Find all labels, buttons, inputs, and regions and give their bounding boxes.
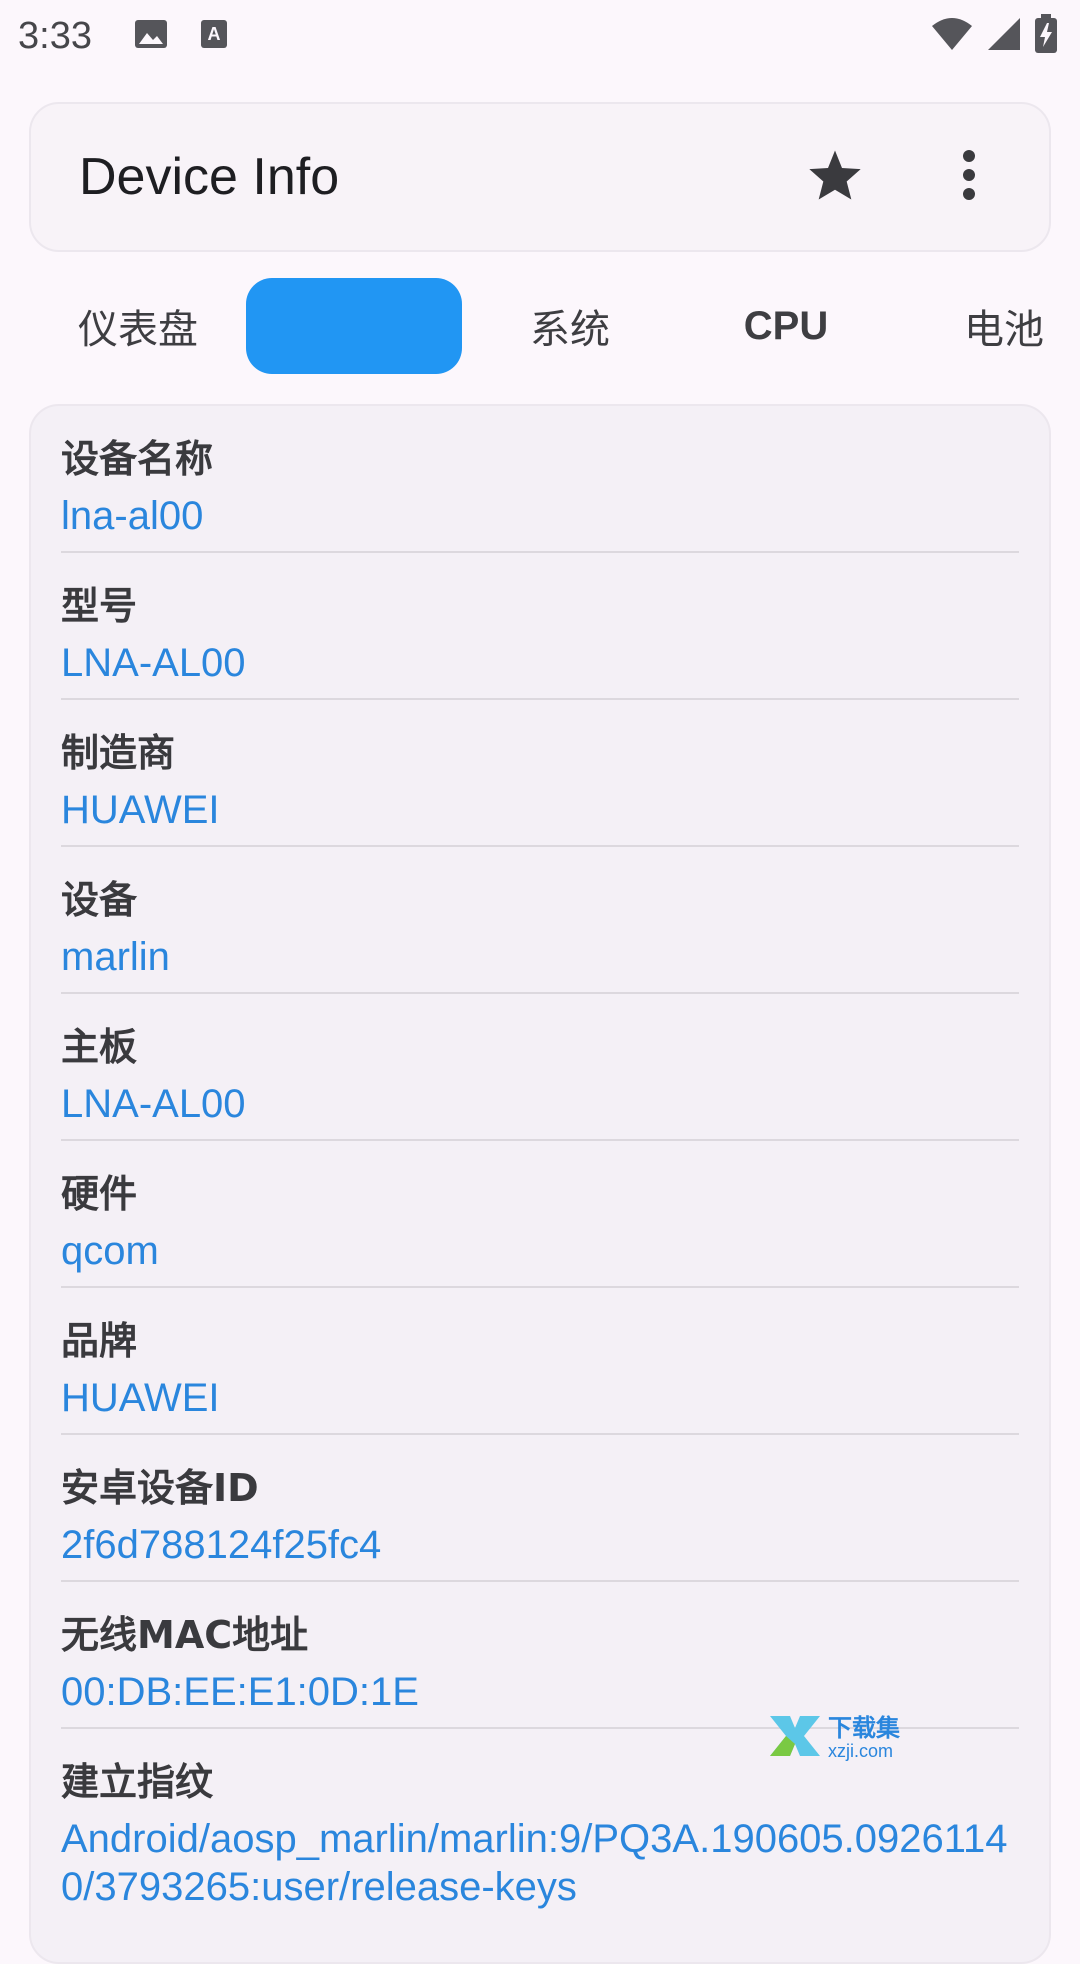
list-item[interactable]: 安卓设备ID 2f6d788124f25fc4 [61, 1435, 1019, 1582]
info-label: 主板 [61, 1025, 138, 1069]
info-label: 制造商 [61, 731, 176, 775]
watermark: 下载集 xzji.com [768, 1714, 900, 1762]
info-value: 2f6d788124f25fc4 [61, 1523, 382, 1567]
status-time: 3:33 [18, 14, 92, 57]
info-value: lna-al00 [61, 494, 204, 538]
star-icon [807, 148, 863, 206]
tab-system[interactable]: 系统 [480, 278, 660, 374]
favorite-button[interactable] [803, 145, 867, 209]
watermark-logo-icon [768, 1714, 822, 1762]
tab-battery[interactable]: 电池 [914, 278, 1080, 374]
tab-device[interactable] [246, 278, 462, 374]
list-item[interactable]: 设备 marlin [61, 847, 1019, 994]
font-icon: A [200, 19, 228, 53]
watermark-url: xzji.com [828, 1741, 894, 1761]
info-label: 硬件 [61, 1172, 138, 1216]
list-item[interactable]: 主板 LNA-AL00 [61, 994, 1019, 1141]
tab-cpu[interactable]: CPU [696, 278, 876, 374]
wifi-icon [930, 16, 974, 56]
signal-icon [986, 16, 1022, 56]
info-value: LNA-AL00 [61, 641, 246, 685]
info-label: 设备名称 [61, 437, 214, 481]
info-label: 无线MAC地址 [61, 1613, 309, 1657]
info-value: LNA-AL00 [61, 1082, 246, 1126]
list-item[interactable]: 无线MAC地址 00:DB:EE:E1:0D:1E [61, 1582, 1019, 1729]
info-label: 品牌 [61, 1319, 138, 1363]
info-value: HUAWEI [61, 1376, 220, 1420]
info-value: marlin [61, 935, 170, 979]
info-label: 安卓设备ID [61, 1466, 259, 1510]
info-value: qcom [61, 1229, 159, 1273]
watermark-text: 下载集 [828, 1714, 900, 1742]
tab-dashboard[interactable]: 仪表盘 [48, 278, 228, 374]
more-vert-icon [961, 150, 977, 204]
info-label: 型号 [61, 584, 138, 628]
list-item[interactable]: 型号 LNA-AL00 [61, 553, 1019, 700]
app-bar: Device Info [29, 102, 1051, 252]
list-item[interactable]: 硬件 qcom [61, 1141, 1019, 1288]
status-bar: 3:33 A [0, 0, 1080, 72]
info-label: 建立指纹 [61, 1760, 214, 1804]
tab-bar: 仪表盘 系统 CPU 电池 [0, 278, 1080, 376]
info-label: 设备 [61, 878, 138, 922]
more-options-button[interactable] [937, 145, 1001, 209]
info-value: 00:DB:EE:E1:0D:1E [61, 1670, 419, 1714]
list-item[interactable]: 制造商 HUAWEI [61, 700, 1019, 847]
info-value: Android/aosp_marlin/marlin:9/PQ3A.190605… [61, 1817, 1008, 1909]
image-icon [134, 19, 168, 53]
app-title: Device Info [79, 148, 340, 206]
battery-charging-icon [1034, 14, 1058, 58]
list-item[interactable]: 品牌 HUAWEI [61, 1288, 1019, 1435]
info-value: HUAWEI [61, 788, 220, 832]
list-item[interactable]: 设备名称 lna-al00 [61, 406, 1019, 553]
svg-text:A: A [207, 24, 220, 44]
